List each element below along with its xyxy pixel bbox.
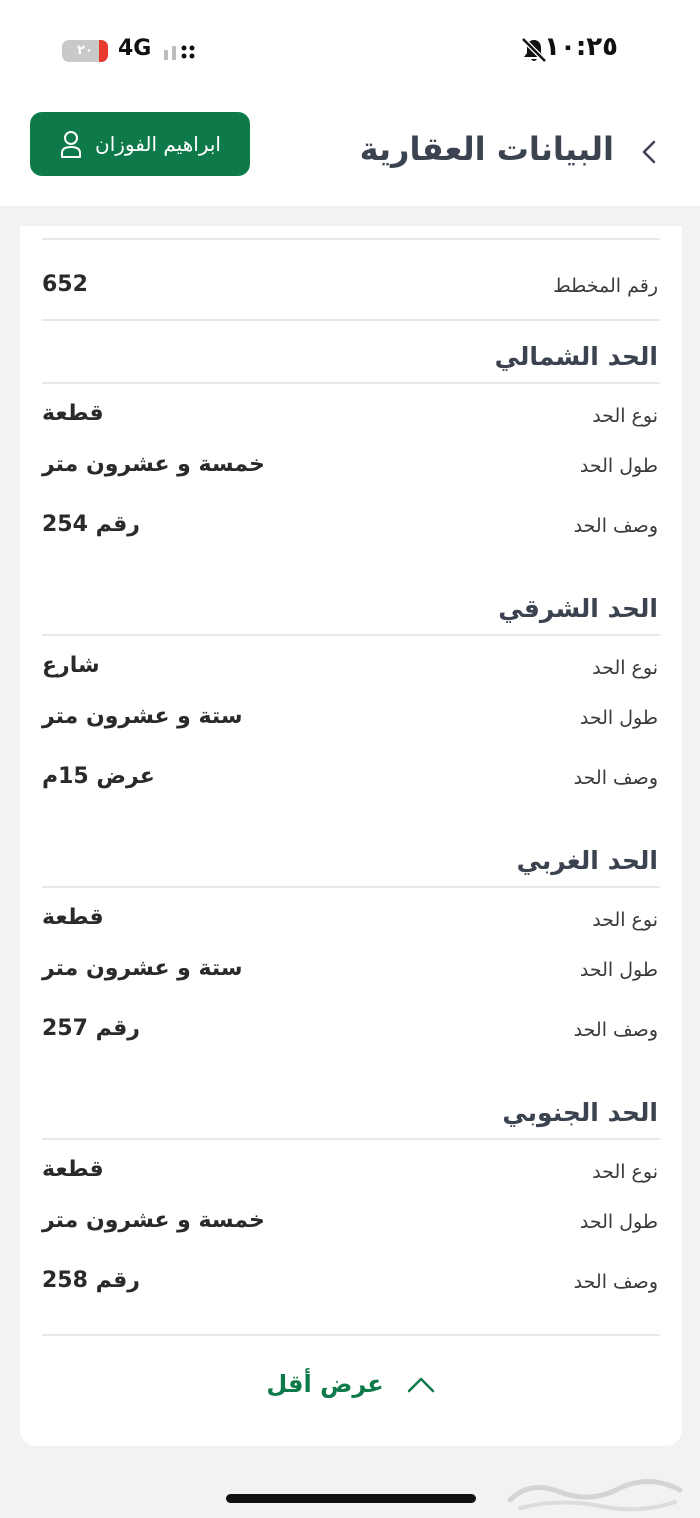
boundary-type-value: شارع <box>42 653 100 678</box>
boundary-description-value: عرض 15م <box>42 764 155 789</box>
boundary-description-label: وصف الحد <box>573 515 658 537</box>
plan-number-label: رقم المخطط <box>553 275 658 297</box>
plan-number-value: 652 <box>42 272 88 297</box>
status-bar: ١٠:٢٥ ٢٠ 4G <box>0 0 700 100</box>
divider <box>42 886 660 888</box>
chevron-back-icon[interactable] <box>636 138 664 166</box>
user-icon <box>61 131 82 158</box>
divider <box>42 382 660 384</box>
boundary-type-label: نوع الحد <box>592 657 658 679</box>
boundary-type-label: نوع الحد <box>592 909 658 931</box>
user-name: ابراهيم الفوزان <box>95 132 221 156</box>
divider <box>42 634 660 636</box>
boundary-type-label: نوع الحد <box>592 405 658 427</box>
network-type: 4G <box>118 36 152 61</box>
boundary-type-label: نوع الحد <box>592 1161 658 1183</box>
chevron-up-icon <box>407 1377 434 1393</box>
boundary-type-value: قطعة <box>42 905 104 930</box>
user-profile-button[interactable]: ابراهيم الفوزان <box>30 112 250 176</box>
show-less-label: عرض أقل <box>266 1370 384 1398</box>
boundary-description-label: وصف الحد <box>573 1271 658 1293</box>
screen: ١٠:٢٥ ٢٠ 4G البيانات العقارية ابراهيم ال… <box>0 0 700 1518</box>
section-title-west: الحد الغربي <box>516 846 658 875</box>
app-header: البيانات العقارية ابراهيم الفوزان <box>0 100 700 206</box>
status-time: ١٠:٢٥ <box>544 32 618 62</box>
boundary-length-value: ستة و عشرون متر <box>42 956 243 981</box>
bell-muted-icon <box>521 37 547 63</box>
boundary-type-value: قطعة <box>42 401 104 426</box>
boundary-length-label: طول الحد <box>579 959 658 981</box>
boundary-description-value: رقم 257 <box>42 1016 140 1041</box>
divider <box>42 1334 660 1336</box>
page-title: البيانات العقارية <box>359 130 614 168</box>
boundary-length-value: خمسة و عشرون متر <box>42 452 265 477</box>
boundary-description-value: رقم 258 <box>42 1268 140 1293</box>
boundary-length-label: طول الحد <box>579 1211 658 1233</box>
divider <box>42 319 660 321</box>
divider <box>42 238 660 240</box>
divider <box>42 1138 660 1140</box>
section-title-south: الحد الجنوبي <box>502 1098 658 1127</box>
boundary-length-label: طول الحد <box>579 707 658 729</box>
battery-level: ٢٠ <box>77 43 93 58</box>
show-less-button[interactable]: عرض أقل <box>20 1354 682 1414</box>
watermark-logo <box>507 1478 683 1512</box>
boundary-length-label: طول الحد <box>579 455 658 477</box>
boundary-type-value: قطعة <box>42 1157 104 1182</box>
section-title-east: الحد الشرقي <box>498 594 658 623</box>
boundary-description-label: وصف الحد <box>573 1019 658 1041</box>
home-indicator <box>226 1494 476 1503</box>
boundary-length-value: ستة و عشرون متر <box>42 704 243 729</box>
battery-icon: ٢٠ <box>62 40 108 62</box>
signal-icon <box>164 45 195 60</box>
boundary-length-value: خمسة و عشرون متر <box>42 1208 265 1233</box>
boundary-description-value: رقم 254 <box>42 512 140 537</box>
section-title-north: الحد الشمالي <box>494 342 658 371</box>
property-details-card: رقم المخطط 652 الحد الشمالي نوع الحد قطع… <box>20 226 682 1446</box>
boundary-description-label: وصف الحد <box>573 767 658 789</box>
